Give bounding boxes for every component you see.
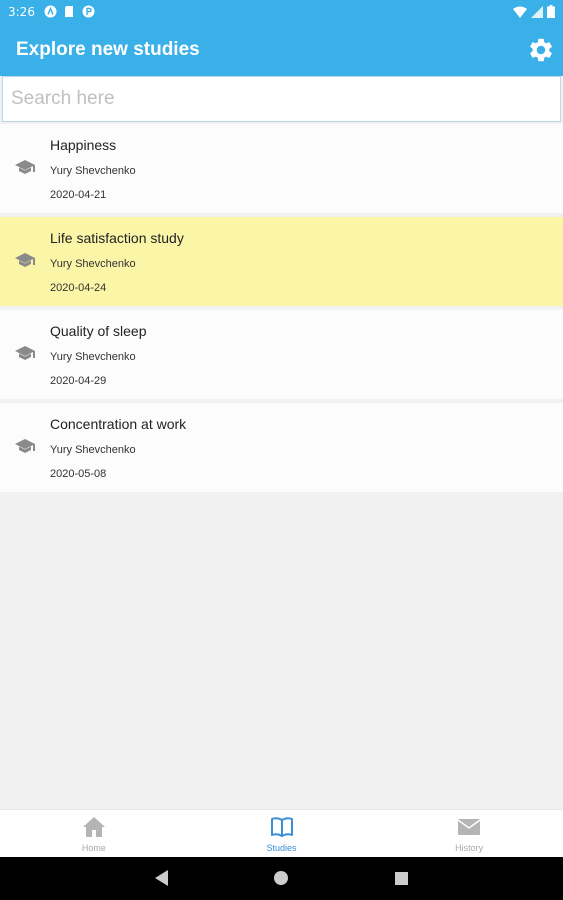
status-system-icons [513, 5, 555, 18]
study-name: Life satisfaction study [50, 230, 184, 246]
graduation-cap-icon [15, 253, 35, 267]
battery-icon [547, 5, 555, 18]
home-icon [82, 817, 105, 837]
study-date: 2020-04-21 [50, 189, 107, 201]
study-item-highlighted[interactable]: Life satisfaction study Yury Shevchenko … [0, 217, 563, 306]
study-author: Yury Shevchenko [50, 444, 136, 456]
study-name: Happiness [50, 137, 117, 153]
gear-icon[interactable] [527, 36, 555, 64]
study-author: Yury Shevchenko [50, 258, 136, 270]
status-notification-icons [44, 5, 95, 18]
back-icon[interactable] [155, 870, 169, 886]
app-p-icon [82, 5, 95, 18]
app-bar: Explore new studies [0, 24, 563, 76]
study-item[interactable]: Concentration at work Yury Shevchenko 20… [0, 403, 563, 492]
signal-icon [531, 5, 543, 18]
book-icon [270, 817, 293, 837]
status-time: 3:26 [8, 5, 35, 19]
study-name: Concentration at work [50, 416, 187, 432]
mail-icon [457, 819, 481, 835]
wifi-icon [513, 6, 527, 18]
tab-home-label: Home [81, 843, 106, 853]
home-button-icon[interactable] [274, 871, 288, 885]
study-list: Happiness Yury Shevchenko 2020-04-21 Lif… [0, 124, 563, 496]
study-date: 2020-04-24 [50, 282, 107, 294]
graduation-cap-icon [15, 160, 35, 174]
app-a-icon [44, 5, 57, 18]
tab-history-label: History [455, 843, 484, 853]
page-title: Explore new studies [16, 39, 200, 60]
study-date: 2020-05-08 [50, 468, 107, 480]
bottom-nav: Home Studies History [0, 809, 563, 857]
tab-home[interactable]: Home [0, 810, 188, 857]
tab-history[interactable]: History [375, 810, 563, 857]
study-date: 2020-04-29 [50, 375, 107, 387]
search-input[interactable] [3, 77, 560, 121]
graduation-cap-icon [15, 346, 35, 360]
tab-studies-label: Studies [266, 843, 297, 853]
study-item[interactable]: Quality of sleep Yury Shevchenko 2020-04… [0, 310, 563, 399]
status-bar: 3:26 [0, 0, 563, 24]
graduation-cap-icon [15, 439, 35, 453]
study-author: Yury Shevchenko [50, 351, 136, 363]
recent-apps-icon[interactable] [395, 872, 408, 885]
study-item[interactable]: Happiness Yury Shevchenko 2020-04-21 [0, 124, 563, 213]
tab-studies[interactable]: Studies [188, 810, 376, 857]
search-box [2, 76, 561, 122]
study-name: Quality of sleep [50, 323, 147, 339]
sd-card-icon [65, 6, 73, 17]
study-author: Yury Shevchenko [50, 165, 136, 177]
system-nav-bar [0, 857, 563, 900]
